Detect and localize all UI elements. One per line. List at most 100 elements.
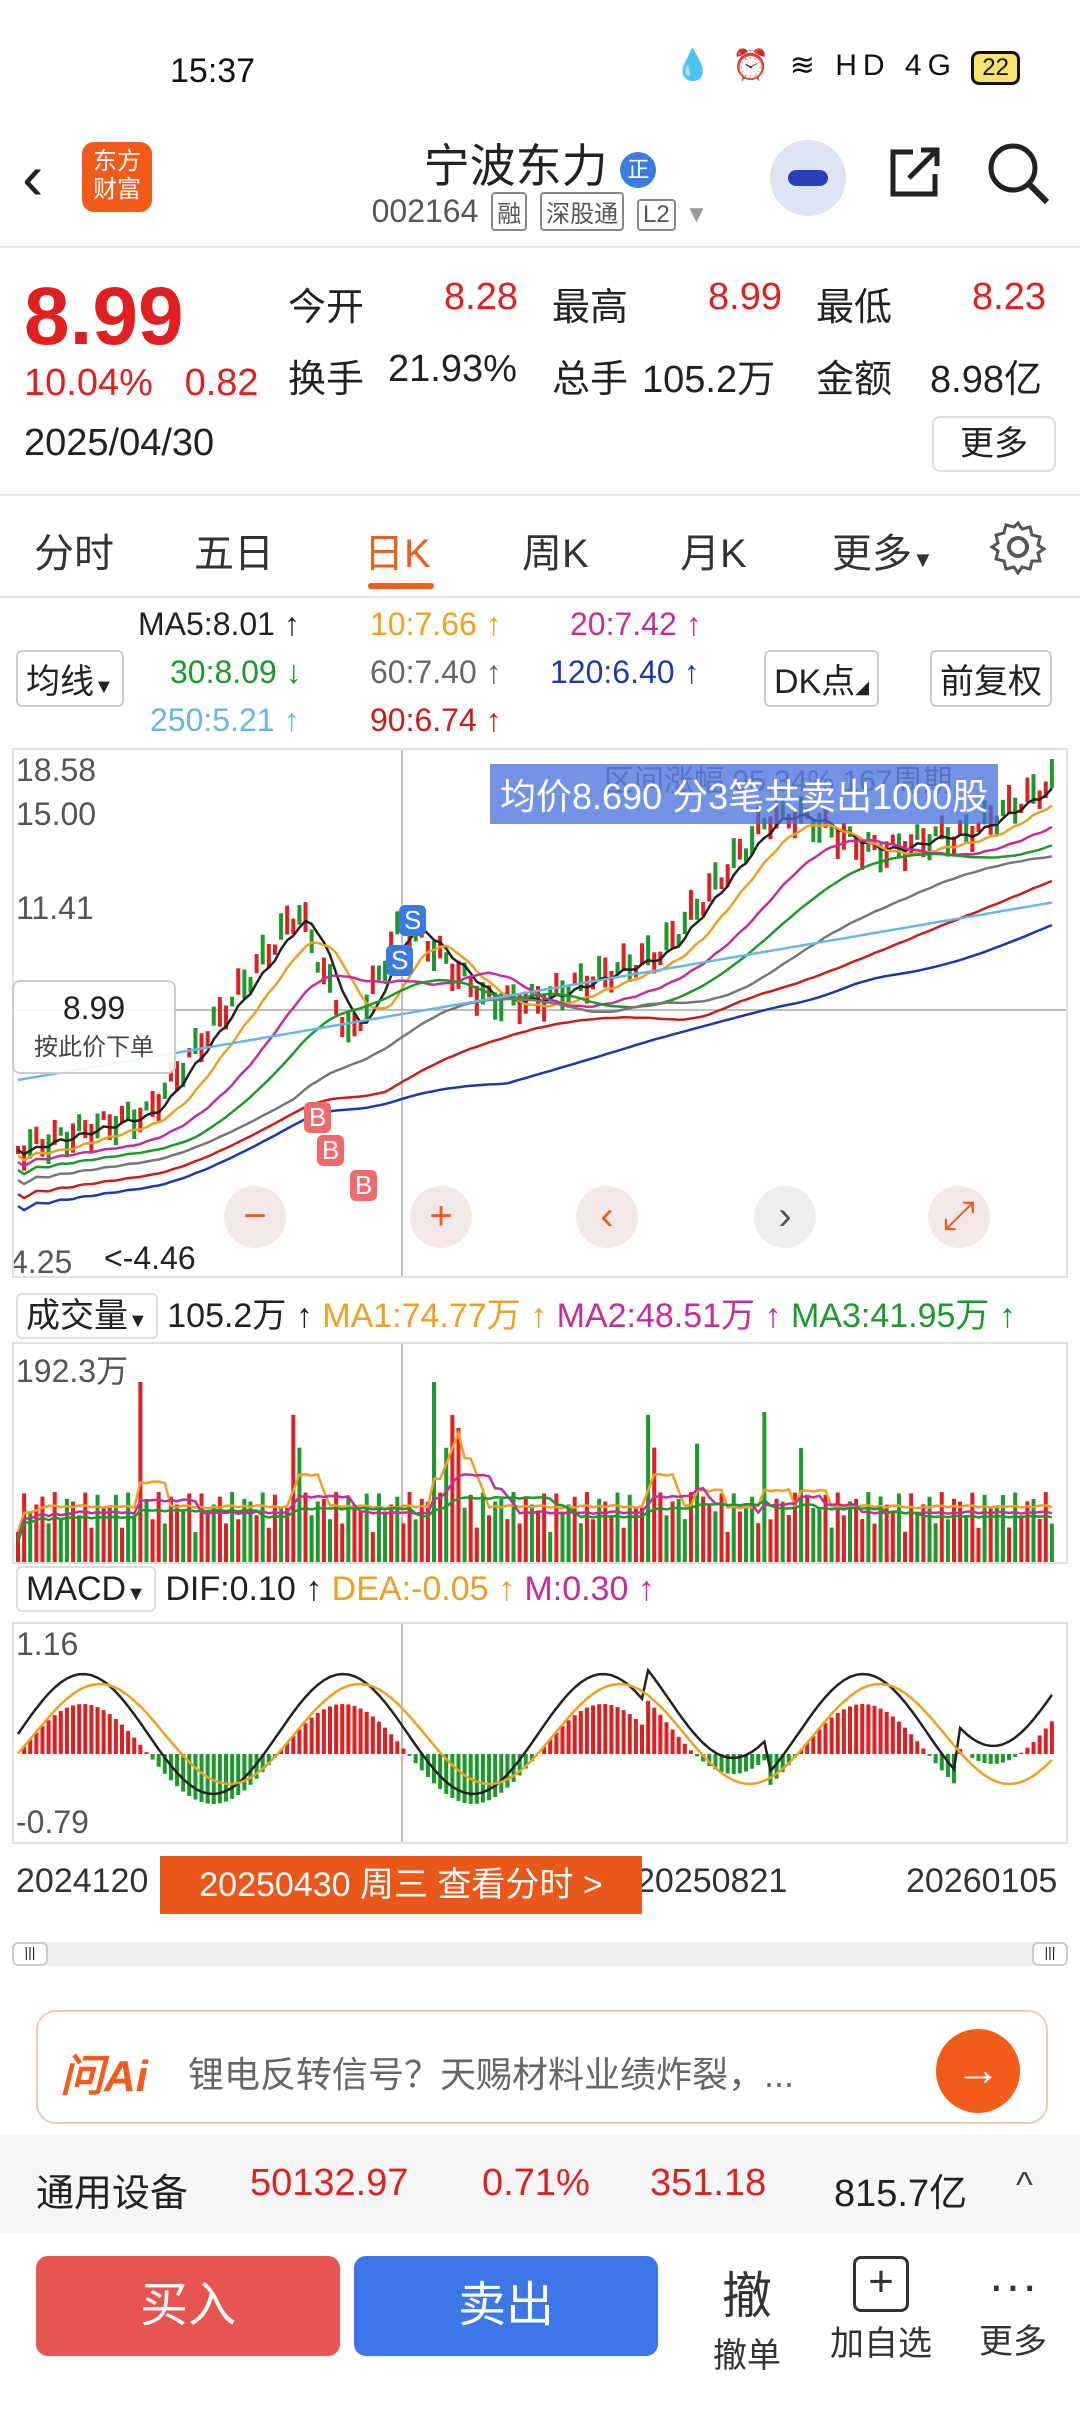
macd-bar xyxy=(921,1748,926,1754)
candle xyxy=(432,940,436,971)
date-right: 20260105 xyxy=(906,1862,1058,1900)
view-intraday-pill[interactable]: 20250430 周三 查看分时 > xyxy=(160,1856,642,1914)
scroll-handle-left[interactable]: ||| xyxy=(12,1942,48,1966)
candle xyxy=(688,889,693,920)
ma20-label: 20:7.42 ↑ xyxy=(570,606,702,642)
order-at-price-box[interactable]: 8.99 按此价下单 xyxy=(12,980,176,1074)
candle xyxy=(291,918,296,935)
ma-selector[interactable]: 均线▼ xyxy=(16,650,124,707)
tab-intraday[interactable]: 分时 xyxy=(34,521,114,579)
caret-down-icon: ▼ xyxy=(126,1583,146,1605)
high-label: 最高 xyxy=(552,287,629,329)
volume-bar xyxy=(933,1523,938,1562)
ma120-value: 120:6.40 xyxy=(550,654,675,690)
volume-bar xyxy=(450,1414,455,1562)
arrow-right-icon[interactable]: → xyxy=(936,2029,1020,2113)
macd-bar xyxy=(976,1754,981,1761)
settings-gear-icon[interactable] xyxy=(990,519,1046,575)
macd-m: M:0.30 ↑ xyxy=(524,1570,655,1608)
last-price: 8.99 xyxy=(24,271,184,362)
volume-bar xyxy=(939,1492,944,1562)
macd-bar xyxy=(1031,1741,1036,1754)
volume-selector[interactable]: 成交量▼ xyxy=(16,1293,158,1339)
volume-bar xyxy=(584,1492,589,1562)
ai-logo: 问Ai xyxy=(60,2052,148,2101)
assistant-robot-icon[interactable] xyxy=(770,140,846,216)
quote-more-button[interactable]: 更多 xyxy=(932,416,1056,472)
sell-marker-icon: S xyxy=(386,945,414,976)
scroll-right-button[interactable]: › xyxy=(754,1186,816,1248)
add-watchlist-button[interactable]: + 加自选 xyxy=(826,2256,936,2365)
search-icon[interactable] xyxy=(985,140,1051,206)
scroll-handle-right[interactable]: ||| xyxy=(1032,1942,1068,1966)
volume-bar xyxy=(652,1447,657,1562)
sector-name: 通用设备 xyxy=(36,2173,189,2215)
volume-bar xyxy=(958,1501,963,1562)
macd-bar xyxy=(328,1706,332,1754)
volume-bar xyxy=(860,1519,865,1562)
volume-bar xyxy=(591,1519,596,1562)
volume-bar xyxy=(187,1493,192,1562)
vol-ma3-line xyxy=(16,1496,1053,1543)
macd-bar xyxy=(1037,1735,1042,1754)
scroll-left-button[interactable]: ‹ xyxy=(576,1186,638,1248)
candle xyxy=(444,952,449,964)
sector-row[interactable]: 通用设备 50132.97 0.71% 351.18 815.7亿 ^ xyxy=(0,2134,1080,2234)
chevron-up-icon[interactable]: ^ xyxy=(1016,2164,1033,2206)
candle xyxy=(272,944,277,955)
candle xyxy=(1000,799,1005,817)
adjust-button[interactable]: 前复权 xyxy=(930,650,1052,707)
share-icon[interactable] xyxy=(885,142,945,202)
macd-bar xyxy=(829,1717,834,1754)
macd-bar xyxy=(144,1752,149,1754)
volume-bar xyxy=(952,1498,956,1562)
macd-bar xyxy=(438,1754,443,1790)
candle xyxy=(334,1000,339,1016)
zoom-out-button[interactable]: − xyxy=(224,1186,286,1248)
sell-button[interactable]: 卖出 xyxy=(354,2256,658,2356)
volume-bar xyxy=(707,1504,712,1562)
date-mid: 20250821 xyxy=(636,1862,788,1900)
more-actions-button[interactable]: ··· 更多 xyxy=(958,2256,1068,2363)
macd-bar xyxy=(866,1704,871,1754)
tab-weekly-k[interactable]: 周K xyxy=(522,521,589,579)
volume-bar xyxy=(407,1492,412,1562)
candle xyxy=(217,997,222,1027)
fullscreen-button[interactable]: ⤢ xyxy=(928,1186,990,1248)
buy-button[interactable]: 买入 xyxy=(36,2256,340,2356)
macd-chart[interactable]: 1.16 -0.79 xyxy=(12,1622,1068,1844)
y-label-2: 15.00 xyxy=(16,796,97,832)
macd-bar xyxy=(572,1715,577,1754)
tab-five-day[interactable]: 五日 xyxy=(194,521,274,579)
cancel-order-button[interactable]: 撤 撤单 xyxy=(692,2256,802,2377)
dk-point-button[interactable]: DK点◢ xyxy=(764,650,880,707)
candle xyxy=(682,911,687,935)
tab-daily-k[interactable]: 日K xyxy=(364,521,431,579)
macd-bar xyxy=(71,1705,76,1754)
volume-chart[interactable]: 192.3万 xyxy=(12,1342,1068,1564)
volume-bar xyxy=(682,1519,687,1562)
tab-active-underline xyxy=(368,583,434,589)
buy-marker-icon: B xyxy=(304,1102,332,1133)
add-icon: + xyxy=(853,2256,909,2312)
cancel-label: 撤单 xyxy=(713,2337,781,2375)
ma20-value: 20:7.42 xyxy=(570,606,677,642)
volume-bar xyxy=(817,1507,822,1562)
macd-selector[interactable]: MACD▼ xyxy=(16,1566,156,1612)
macd-bar xyxy=(578,1711,583,1754)
tab-more[interactable]: 更多▼ xyxy=(832,521,934,579)
macd-bar xyxy=(1043,1728,1048,1754)
chart-scrollbar[interactable]: ||| ||| xyxy=(12,1942,1068,1966)
volume-bar xyxy=(328,1519,332,1562)
period-tabs: 分时 五日 日K 周K 月K 更多▼ xyxy=(0,495,1080,595)
tab-monthly-k[interactable]: 月K xyxy=(680,521,747,579)
chevron-down-icon: ▼ xyxy=(684,201,709,228)
volume-bar xyxy=(401,1523,406,1562)
candle xyxy=(719,877,724,890)
candle xyxy=(1049,759,1054,789)
ai-question-bar[interactable]: 问Ai 锂电反转信号？天赐材料业绩炸裂，... → xyxy=(36,2010,1048,2124)
date-left: 2024120 xyxy=(16,1862,149,1900)
volume-bar xyxy=(126,1492,131,1562)
zoom-in-button[interactable]: + xyxy=(410,1186,472,1248)
candle xyxy=(236,968,241,995)
